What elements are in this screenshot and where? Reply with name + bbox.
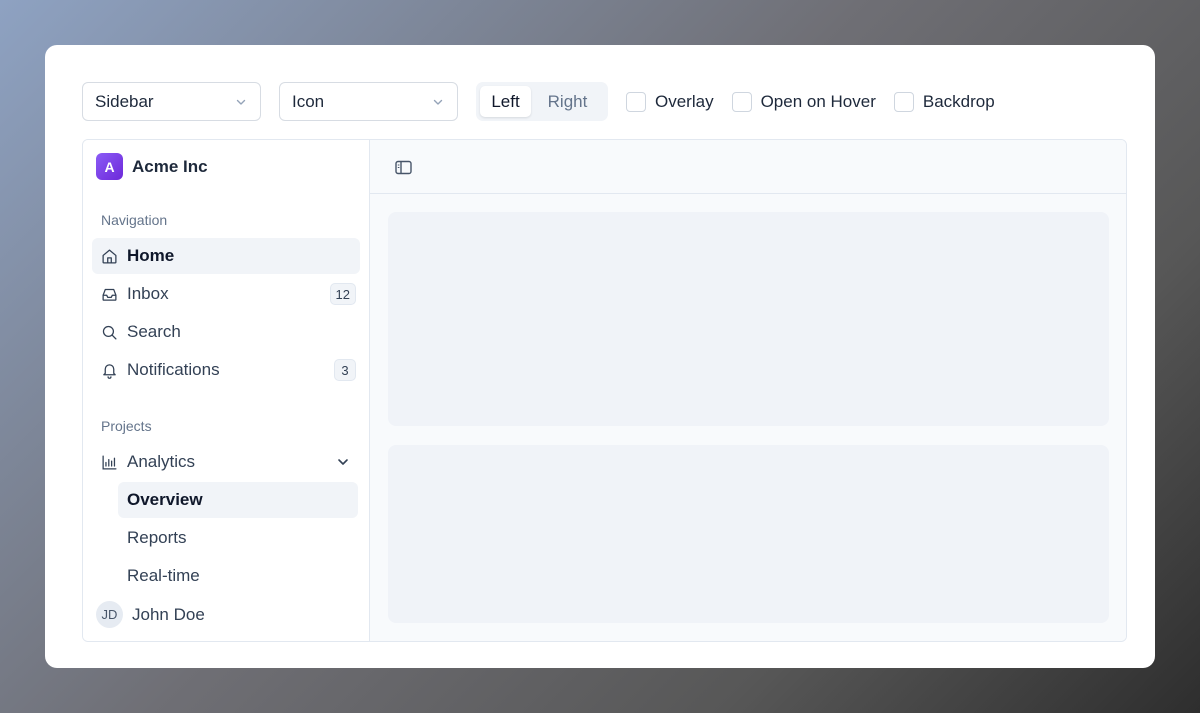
avatar: JD bbox=[96, 601, 123, 628]
chevron-down-icon[interactable] bbox=[335, 454, 351, 470]
nav-item-analytics[interactable]: Analytics bbox=[92, 444, 360, 480]
sub-item-reports[interactable]: Reports bbox=[118, 520, 358, 556]
bar-chart-icon bbox=[101, 454, 118, 471]
content-placeholder-panel bbox=[388, 212, 1109, 426]
main-header bbox=[370, 140, 1126, 194]
nav-item-label: Inbox bbox=[127, 284, 169, 303]
nav-item-search[interactable]: Search bbox=[92, 314, 360, 350]
backdrop-checkbox[interactable]: Backdrop bbox=[893, 91, 995, 112]
home-icon bbox=[101, 248, 118, 265]
checkbox-label: Backdrop bbox=[922, 91, 995, 111]
sidebar-toggle-icon[interactable] bbox=[394, 158, 412, 176]
checkbox-box[interactable] bbox=[626, 91, 646, 112]
notifications-count-badge: 3 bbox=[334, 359, 356, 381]
side-toggle: Left Right bbox=[476, 82, 608, 121]
nav-item-label: Analytics bbox=[127, 452, 196, 471]
projects-group-label: Projects bbox=[101, 418, 152, 434]
checkbox-label: Overlay bbox=[655, 91, 714, 111]
collapsible-select-value: Icon bbox=[292, 91, 325, 111]
nav-item-label: Home bbox=[127, 246, 175, 265]
nav-item-home[interactable]: Home bbox=[92, 238, 360, 274]
variant-select-value: Sidebar bbox=[95, 91, 154, 111]
sub-item-overview[interactable]: Overview bbox=[118, 482, 358, 518]
navigation-group-label: Navigation bbox=[101, 212, 168, 228]
side-left-button[interactable]: Left bbox=[480, 86, 531, 117]
sub-item-real-time[interactable]: Real-time bbox=[118, 558, 358, 594]
user-menu[interactable]: JD John Doe bbox=[96, 601, 205, 628]
open-on-hover-checkbox[interactable]: Open on Hover bbox=[731, 91, 876, 112]
brand-logo: A bbox=[96, 153, 123, 180]
preview-frame: A Acme Inc Navigation Home Inbox 12 Sear… bbox=[82, 139, 1127, 642]
brand-name: Acme Inc bbox=[132, 156, 208, 176]
content-placeholder-panel bbox=[388, 445, 1109, 623]
nav-item-label: Notifications bbox=[127, 360, 220, 379]
inbox-count-badge: 12 bbox=[329, 283, 356, 305]
inbox-icon bbox=[101, 286, 118, 303]
checkbox-label: Open on Hover bbox=[760, 91, 876, 111]
brand[interactable]: A Acme Inc bbox=[96, 153, 208, 180]
chevron-down-icon bbox=[431, 95, 445, 109]
user-name: John Doe bbox=[132, 604, 205, 624]
chevron-down-icon bbox=[234, 95, 248, 109]
search-icon bbox=[101, 324, 118, 341]
overlay-checkbox[interactable]: Overlay bbox=[626, 91, 714, 112]
side-right-button[interactable]: Right bbox=[531, 86, 604, 117]
controls-bar: Sidebar Icon Left Right Overlay Open on … bbox=[82, 82, 1013, 121]
checkbox-box[interactable] bbox=[893, 91, 914, 112]
checkbox-box[interactable] bbox=[731, 91, 752, 112]
nav-item-notifications[interactable]: Notifications 3 bbox=[92, 352, 360, 388]
nav-item-inbox[interactable]: Inbox 12 bbox=[92, 276, 360, 312]
nav-item-label: Search bbox=[127, 322, 181, 341]
demo-card: Sidebar Icon Left Right Overlay Open on … bbox=[45, 45, 1155, 668]
collapsible-select[interactable]: Icon bbox=[279, 82, 458, 121]
main-content bbox=[370, 140, 1126, 641]
sidebar: A Acme Inc Navigation Home Inbox 12 Sear… bbox=[83, 140, 370, 641]
bell-icon bbox=[101, 362, 118, 379]
variant-select[interactable]: Sidebar bbox=[82, 82, 261, 121]
